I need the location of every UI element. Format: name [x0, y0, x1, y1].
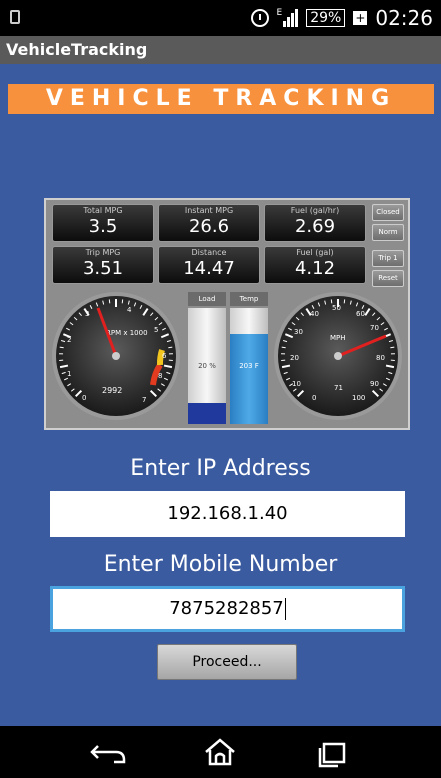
ip-label: Enter IP Address — [130, 456, 311, 481]
ip-address-input[interactable]: 192.168.1.40 — [50, 491, 405, 537]
rpm-gauge: RPM x 1000 2992 0 1 2 3 4 5 6 7 8 — [52, 292, 180, 420]
load-value: 20 % — [198, 362, 216, 370]
charging-icon: + — [353, 11, 368, 25]
gauge-tick — [59, 346, 64, 349]
fuel-gal-cell: Fuel (gal) 4.12 — [264, 246, 366, 284]
app-title: VehicleTracking — [0, 36, 441, 64]
notification-icon — [10, 10, 20, 24]
instant-mpg-cell: Instant MPG 26.6 — [158, 204, 260, 242]
svg-text:90: 90 — [370, 380, 379, 388]
svg-text:5: 5 — [154, 326, 158, 334]
svg-text:7: 7 — [142, 396, 146, 404]
mobile-number-value: 7875282857 — [169, 598, 284, 619]
gauge-tick — [281, 346, 286, 349]
total-mpg-cell: Total MPG 3.5 — [52, 204, 154, 242]
home-icon[interactable] — [190, 734, 250, 770]
mobile-label: Enter Mobile Number — [103, 552, 338, 577]
trip-mpg-cell: Trip MPG 3.51 — [52, 246, 154, 284]
gauge-tick — [390, 346, 395, 349]
proceed-button[interactable]: Proceed... — [157, 644, 297, 680]
recent-apps-icon[interactable] — [302, 734, 362, 770]
svg-text:40: 40 — [310, 310, 319, 318]
fuel-rate-cell: Fuel (gal/hr) 2.69 — [264, 204, 366, 242]
mph-label: MPH — [330, 334, 346, 342]
svg-text:100: 100 — [352, 394, 365, 402]
svg-text:20: 20 — [290, 354, 299, 362]
svg-text:1: 1 — [67, 370, 71, 378]
svg-text:0: 0 — [312, 394, 316, 402]
ip-address-value: 192.168.1.40 — [167, 503, 288, 524]
norm-button: Norm — [372, 224, 404, 241]
svg-text:60: 60 — [356, 310, 365, 318]
rpm-label: RPM x 1000 — [106, 329, 148, 337]
signal-icon — [283, 9, 299, 27]
svg-text:6: 6 — [162, 352, 167, 360]
navigation-bar — [0, 726, 441, 778]
back-icon[interactable] — [78, 734, 138, 770]
temp-bar: Temp 203 F — [230, 292, 268, 424]
trip1-button: Trip 1 — [372, 250, 404, 267]
distance-cell: Distance 14.47 — [158, 246, 260, 284]
svg-text:80: 80 — [376, 354, 385, 362]
closed-button: Closed — [372, 204, 404, 221]
clock: 02:26 — [375, 6, 433, 30]
svg-text:10: 10 — [292, 380, 301, 388]
load-fill — [188, 403, 226, 424]
dashboard-image: Total MPG 3.5 Instant MPG 26.6 Fuel (gal/h… — [44, 198, 410, 430]
mph-gauge: MPH 71 0 10 20 30 40 50 60 70 80 90 100 — [274, 292, 402, 420]
battery-percent: 29% — [306, 9, 346, 27]
temp-label: Temp — [230, 292, 268, 306]
mobile-number-input[interactable]: 7875282857 — [50, 586, 405, 632]
rpm-reading: 2992 — [102, 386, 122, 395]
svg-text:70: 70 — [370, 324, 379, 332]
svg-text:8: 8 — [158, 372, 162, 380]
load-label: Load — [188, 292, 226, 306]
svg-text:4: 4 — [127, 306, 132, 314]
svg-text:3: 3 — [85, 310, 89, 318]
main-content: VEHICLE TRACKING Total MPG 3.5 Instant MP… — [0, 64, 441, 726]
temp-value: 203 F — [239, 362, 259, 370]
network-type: E — [276, 8, 283, 18]
svg-text:50: 50 — [332, 304, 341, 312]
svg-text:30: 30 — [294, 328, 303, 336]
mph-reading: 71 — [334, 384, 343, 392]
status-bar: E 29% + 02:26 — [0, 0, 441, 36]
banner: VEHICLE TRACKING — [8, 84, 434, 114]
alarm-icon — [250, 9, 269, 27]
text-cursor — [284, 598, 286, 620]
reset-button: Reset — [372, 270, 404, 287]
gauge-tick — [168, 346, 173, 349]
svg-text:0: 0 — [82, 394, 86, 402]
svg-text:2: 2 — [67, 336, 71, 344]
load-bar: Load 20 % — [188, 292, 226, 424]
temp-fill — [230, 333, 268, 424]
